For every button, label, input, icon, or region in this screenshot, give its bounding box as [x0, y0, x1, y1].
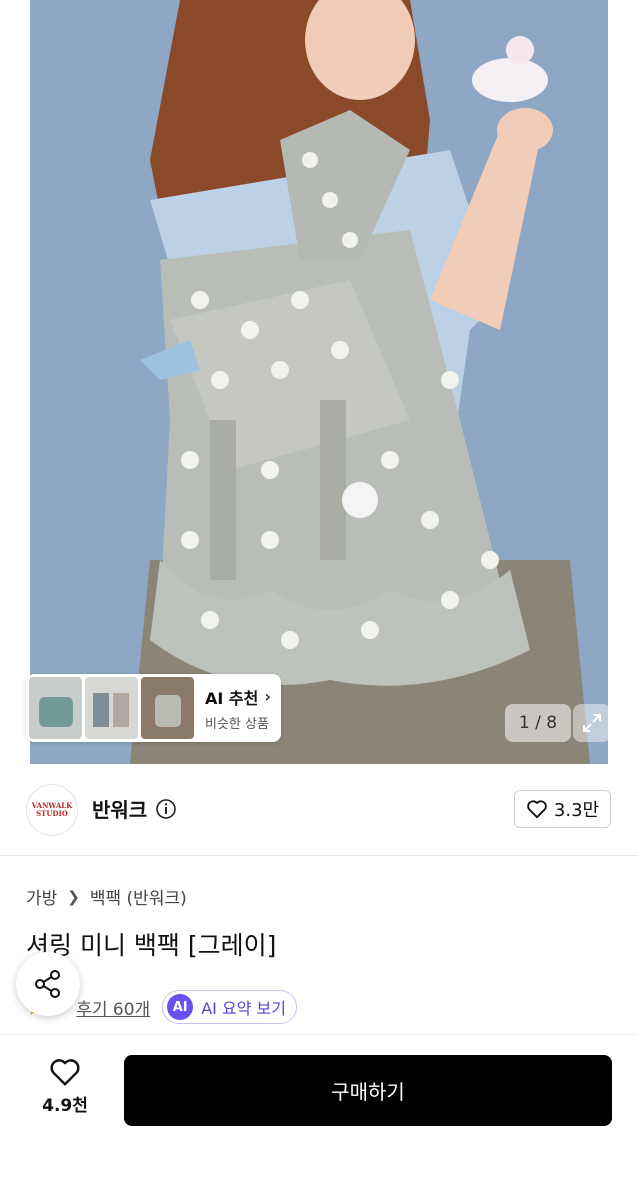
bottom-action-bar: 4.9천 구매하기 — [0, 1034, 638, 1200]
ai-summary-button[interactable]: AI AI 요약 보기 — [162, 990, 297, 1024]
ai-recommend-title: AI 추천 — [205, 688, 259, 708]
ai-badge-icon: AI — [167, 994, 194, 1020]
brand-name: 반워크 — [92, 798, 148, 822]
expand-icon — [583, 714, 601, 732]
ai-recommend-card[interactable]: AI 추천 › 비슷한 상품 — [26, 674, 281, 742]
ai-recommend-thumbnail — [29, 677, 82, 739]
brand-name-link[interactable]: 반워크 — [92, 794, 177, 823]
image-counter: 1 / 8 — [505, 704, 571, 742]
wishlist-count: 4.9천 — [42, 1096, 88, 1116]
product-gallery[interactable]: AI 추천 › 비슷한 상품 1 / 8 — [0, 0, 638, 764]
brand-logo[interactable]: VANWALK STUDIO — [26, 784, 78, 836]
breadcrumb: 가방 ❯ 백팩 (반워크) — [26, 884, 187, 910]
product-photo[interactable] — [30, 0, 608, 764]
wishlist-button[interactable]: 4.9천 — [30, 1057, 100, 1116]
ai-recommend-subtitle: 비슷한 상품 — [205, 716, 269, 732]
heart-icon — [527, 800, 547, 819]
divider — [26, 855, 612, 856]
chevron-right-icon: ❯ — [67, 887, 80, 906]
breadcrumb-item-subcategory[interactable]: 백팩 (반워크) — [90, 884, 187, 909]
ai-summary-label: AI 요약 보기 — [201, 999, 286, 1018]
review-link[interactable]: 후기 60개 — [76, 995, 150, 1020]
expand-button[interactable] — [573, 704, 611, 742]
product-photo-illustration — [30, 0, 608, 764]
brand-like-button[interactable]: 3.3만 — [514, 790, 611, 828]
info-icon[interactable] — [155, 798, 177, 820]
share-icon — [35, 970, 60, 998]
share-button[interactable] — [16, 952, 80, 1016]
brand-like-count: 3.3만 — [553, 800, 600, 821]
chevron-right-icon: › — [264, 687, 271, 706]
ai-recommend-thumbnail — [141, 677, 194, 739]
buy-button[interactable]: 구매하기 — [124, 1055, 612, 1126]
heart-icon — [50, 1059, 80, 1086]
breadcrumb-item-category[interactable]: 가방 — [26, 884, 57, 909]
brand-row: VANWALK STUDIO 반워크 3.3만 — [0, 764, 638, 856]
brand-logo-text: STUDIO — [36, 809, 68, 818]
ai-recommend-thumbnail — [85, 677, 138, 739]
